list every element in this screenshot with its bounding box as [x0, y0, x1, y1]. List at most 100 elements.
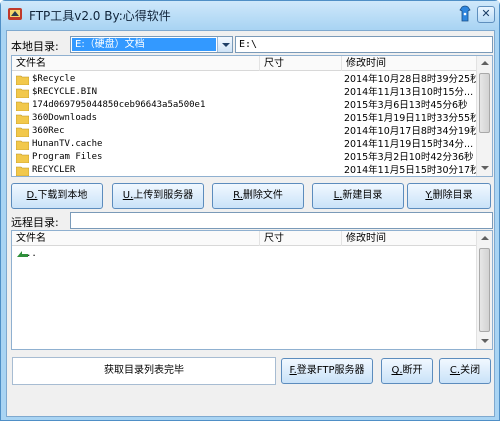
file-name-cell: Program Files	[16, 151, 102, 164]
file-name-cell: HunanTV.cache	[16, 138, 102, 151]
local-path-input[interactable]	[235, 36, 493, 53]
file-name: 360Downloads	[32, 113, 98, 123]
login-hotkey: F.	[289, 365, 297, 376]
disconnect-hotkey: Q.	[391, 365, 403, 376]
upload-label: 上传到服务器	[133, 190, 194, 201]
file-row[interactable]: 360Rec 2014年10月17日8时34分19秒	[12, 125, 482, 138]
local-file-list[interactable]: 文件名 尺寸 修改时间 $Recycle 2014年10月28日8时39分25秒 $…	[11, 55, 493, 177]
close-hotkey: C.	[449, 365, 461, 376]
local-list-header: 文件名 尺寸 修改时间	[12, 56, 492, 71]
close-button[interactable]: C.关闭	[439, 358, 491, 384]
new-directory-button[interactable]: L.新建目录	[312, 183, 404, 209]
file-name: 174d069795044850ceb96643a5a500e1	[32, 100, 206, 110]
status-message: 获取目录列表完毕	[12, 357, 276, 385]
file-modified: 2015年1月19日11时33分55秒	[344, 113, 480, 124]
file-name-cell: 360Downloads	[16, 112, 97, 125]
file-size	[260, 151, 340, 164]
file-row[interactable]: RECYCLER 2014年11月5日15时30分17秒	[12, 164, 482, 176]
folder-icon	[16, 140, 29, 150]
download-button[interactable]: D.下载到本地	[11, 183, 103, 209]
close-window-button[interactable]: ✕	[477, 6, 495, 23]
file-size	[260, 112, 340, 125]
upload-button[interactable]: U.上传到服务器	[112, 183, 204, 209]
folder-icon	[16, 114, 29, 124]
file-row[interactable]: HunanTV.cache 2014年11月19日15时34分...	[12, 138, 482, 151]
remote-parent-label: ..	[26, 249, 37, 259]
folder-icon	[16, 153, 29, 163]
delete-file-button[interactable]: R.删除文件	[212, 183, 304, 209]
local-dir-label: 本地目录:	[11, 40, 59, 53]
file-modified: 2014年10月17日8时34分19秒	[344, 126, 480, 137]
skin-icon[interactable]	[458, 5, 472, 23]
window-title: FTP工具v2.0 By:心得软件	[29, 9, 171, 23]
remote-column-header-name[interactable]: 文件名	[12, 231, 260, 246]
file-size	[260, 125, 340, 138]
file-modified: 2014年11月5日15时30分17秒	[344, 165, 480, 176]
folder-icon	[16, 88, 29, 98]
file-size	[260, 73, 340, 86]
file-name: Program Files	[32, 152, 103, 162]
close-label: 关闭	[460, 365, 481, 376]
upload-hotkey: U.	[122, 190, 134, 201]
file-modified: 2014年11月13日10时15分...	[344, 87, 474, 98]
file-modified: 2014年10月28日8时39分25秒	[344, 74, 480, 85]
login-ftp-button[interactable]: F.登录FTP服务器	[281, 358, 373, 384]
file-modified: 2015年3月6日13时45分6秒	[344, 100, 468, 111]
file-row[interactable]: 174d069795044850ceb96643a5a500e1 2015年3月6…	[12, 99, 482, 112]
file-name: $RECYCLE.BIN	[32, 87, 98, 97]
delete-directory-button[interactable]: Y.删除目录	[407, 183, 491, 209]
file-name-cell: 174d069795044850ceb96643a5a500e1	[16, 99, 205, 112]
drive-selected-value: E:（硬盘）文档	[72, 38, 216, 51]
scroll-down-icon[interactable]	[477, 160, 492, 176]
file-name-cell: $RECYCLE.BIN	[16, 86, 97, 99]
remote-scroll-thumb[interactable]	[479, 248, 490, 332]
file-name-cell: RECYCLER	[16, 164, 75, 176]
file-size	[260, 164, 340, 176]
remote-scroll-down-icon[interactable]	[477, 333, 492, 349]
scroll-thumb[interactable]	[479, 73, 490, 133]
remote-file-list[interactable]: 文件名 尺寸 修改时间 ..	[11, 230, 493, 350]
file-size	[260, 86, 340, 99]
column-header-size[interactable]: 尺寸	[260, 56, 342, 71]
local-list-scrollbar[interactable]	[476, 56, 492, 176]
file-modified: 2015年3月2日10时42分36秒	[344, 152, 474, 163]
download-hotkey: D.	[26, 190, 38, 201]
column-header-modified[interactable]: 修改时间	[342, 56, 478, 71]
folder-icon	[16, 101, 29, 111]
drive-select[interactable]: E:（硬盘）文档	[70, 36, 233, 53]
file-row[interactable]: 360Downloads 2015年1月19日11时33分55秒	[12, 112, 482, 125]
app-icon	[8, 8, 22, 20]
remote-column-header-modified[interactable]: 修改时间	[342, 231, 478, 246]
login-label: 登录FTP服务器	[296, 365, 365, 376]
remote-path-input[interactable]	[70, 212, 493, 229]
remote-list-header: 文件名 尺寸 修改时间	[12, 231, 492, 246]
column-header-name[interactable]: 文件名	[12, 56, 260, 71]
file-row[interactable]: $Recycle 2014年10月28日8时39分25秒	[12, 73, 482, 86]
remote-parent-row[interactable]: ..	[12, 247, 482, 260]
close-icon: ✕	[481, 7, 491, 20]
folder-icon	[16, 166, 29, 176]
new-directory-label: 新建目录	[342, 190, 383, 201]
remote-column-header-size[interactable]: 尺寸	[260, 231, 342, 246]
remote-list-scrollbar[interactable]	[476, 231, 492, 349]
file-row[interactable]: Program Files 2015年3月2日10时42分36秒	[12, 151, 482, 164]
file-size	[260, 99, 340, 112]
file-modified: 2014年11月19日15时34分...	[344, 139, 474, 150]
file-name-cell: 360Rec	[16, 125, 65, 138]
disconnect-label: 断开	[402, 365, 423, 376]
delete-file-hotkey: R.	[233, 190, 243, 201]
remote-scroll-up-icon[interactable]	[477, 231, 492, 247]
file-row[interactable]: $RECYCLE.BIN 2014年11月13日10时15分...	[12, 86, 482, 99]
file-size	[260, 138, 340, 151]
file-name: 360Rec	[32, 126, 65, 136]
file-name: $Recycle	[32, 74, 76, 84]
titlebar[interactable]: FTP工具v2.0 By:心得软件 ✕	[1, 1, 499, 29]
scroll-up-icon[interactable]	[477, 56, 492, 72]
folder-icon	[16, 127, 29, 137]
disconnect-button[interactable]: Q.断开	[381, 358, 433, 384]
delete-directory-label: 删除目录	[432, 190, 473, 201]
chevron-down-icon[interactable]	[217, 37, 232, 52]
ftp-tool-window: FTP工具v2.0 By:心得软件 ✕ 本地目录: E:（硬盘）文档 文件名 尺…	[0, 0, 500, 421]
delete-file-label: 删除文件	[242, 190, 283, 201]
file-name-cell: $Recycle	[16, 73, 75, 86]
